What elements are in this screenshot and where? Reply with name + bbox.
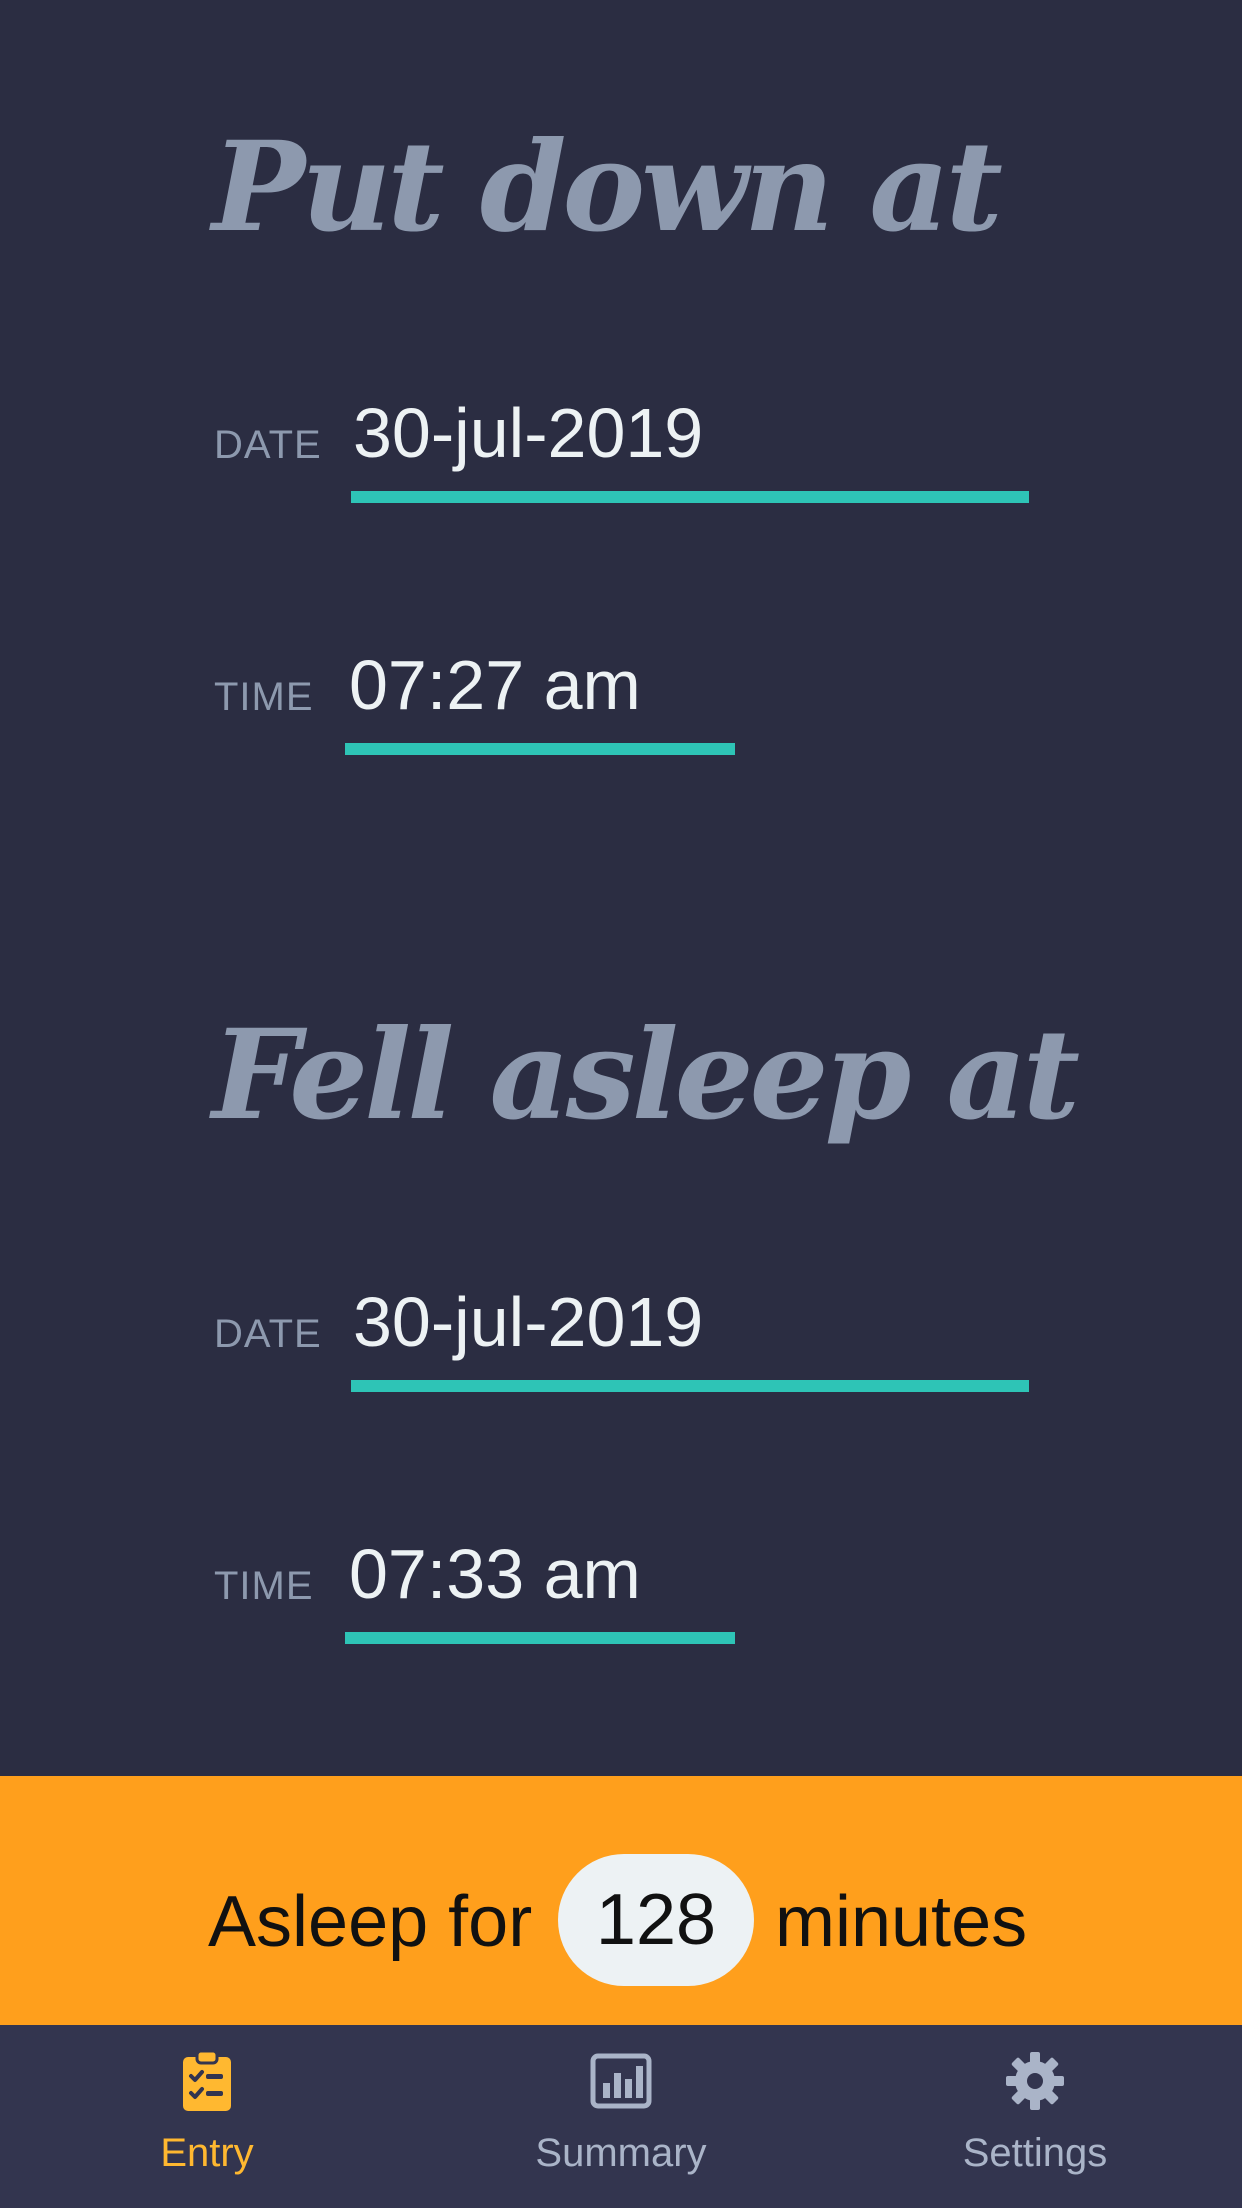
bar-chart-icon (587, 2047, 655, 2115)
fell-asleep-date-value[interactable]: 30-jul-2019 (353, 1287, 703, 1357)
minutes-label: minutes (775, 1882, 1028, 1962)
fell-asleep-heading: Fell asleep at (212, 1003, 1080, 1148)
gear-icon (1001, 2047, 1069, 2115)
nav-tab-summary[interactable]: Summary (414, 2025, 828, 2208)
fell-asleep-time-label: TIME (214, 1564, 314, 1608)
nav-tab-settings[interactable]: Settings (828, 2025, 1242, 2208)
asleep-for-label: Asleep for (208, 1882, 533, 1962)
nav-tab-summary-label: Summary (535, 2131, 707, 2175)
put-down-time-underline (345, 743, 735, 755)
fell-asleep-date-underline (351, 1380, 1029, 1392)
put-down-date-value[interactable]: 30-jul-2019 (353, 398, 703, 468)
put-down-heading: Put down at (212, 115, 1003, 260)
nav-tab-entry-label: Entry (160, 2131, 254, 2175)
bottom-navigation: Entry Summary Settings (0, 2025, 1242, 2208)
nav-tab-entry[interactable]: Entry (0, 2025, 414, 2208)
entry-screen: Put down at DATE 30-jul-2019 TIME 07:27 … (0, 0, 1242, 1776)
minutes-badge: 128 (558, 1854, 754, 1986)
put-down-time-label: TIME (214, 675, 314, 719)
put-down-date-underline (351, 491, 1029, 503)
fell-asleep-time-underline (345, 1632, 735, 1644)
fell-asleep-date-label: DATE (214, 1312, 322, 1356)
nav-tab-settings-label: Settings (962, 2131, 1108, 2175)
put-down-time-value[interactable]: 07:27 am (349, 650, 641, 720)
clipboard-check-icon (173, 2047, 241, 2115)
fell-asleep-time-value[interactable]: 07:33 am (349, 1539, 641, 1609)
asleep-duration-banner: Asleep for 128 minutes (0, 1776, 1242, 2025)
put-down-date-label: DATE (214, 423, 322, 467)
